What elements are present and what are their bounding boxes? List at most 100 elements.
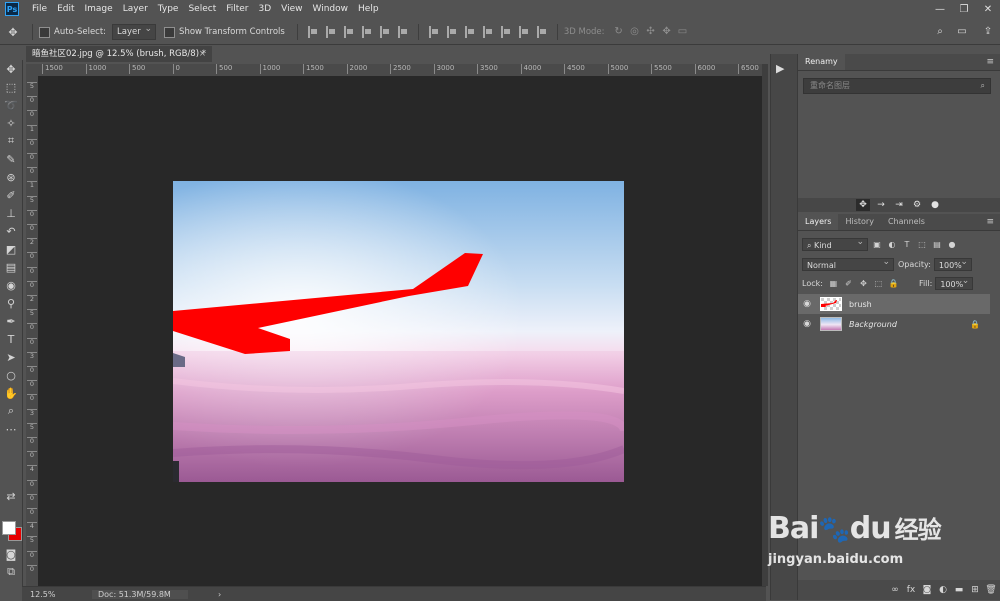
- stamp-tool-icon[interactable]: ⊥: [0, 204, 22, 222]
- zoom-tool-icon[interactable]: ⌕: [0, 402, 22, 420]
- screen-mode-icon[interactable]: ⧉: [0, 563, 22, 581]
- filter-pixel-icon[interactable]: ▣: [871, 239, 883, 250]
- menu-image[interactable]: Image: [80, 0, 118, 18]
- 3d-roll-icon[interactable]: ◎: [629, 26, 641, 38]
- search-icon[interactable]: ⌕: [934, 26, 946, 38]
- distribute-right-icon[interactable]: [518, 26, 529, 38]
- layer-name-brush[interactable]: brush: [849, 300, 872, 309]
- tab-channels[interactable]: Channels: [881, 214, 932, 230]
- layer-filter-kind-dropdown[interactable]: ⌕ Kind: [802, 236, 868, 251]
- tab-renamy[interactable]: Renamy: [798, 54, 845, 70]
- restore-button[interactable]: ❐: [952, 0, 976, 18]
- show-transform-checkbox[interactable]: [164, 26, 176, 38]
- filter-type-icon[interactable]: T: [901, 239, 913, 250]
- new-layer-icon[interactable]: ⊞: [968, 585, 982, 595]
- new-group-icon[interactable]: ▬: [952, 585, 966, 595]
- canvas-area[interactable]: [38, 76, 762, 586]
- add-mask-icon[interactable]: ◙: [920, 585, 934, 595]
- align-top-icon[interactable]: [307, 26, 318, 38]
- distribute-bottom-icon[interactable]: [464, 26, 475, 38]
- fill-field[interactable]: 100%: [935, 275, 974, 290]
- layer-row-brush[interactable]: ◉ brush: [798, 294, 990, 314]
- move-tool-preset-icon[interactable]: ✥: [0, 23, 26, 41]
- menu-window[interactable]: Window: [308, 0, 354, 18]
- ellipse-tool-icon[interactable]: ○: [0, 366, 22, 384]
- distribute-left-icon[interactable]: [482, 26, 493, 38]
- menu-type[interactable]: Type: [153, 0, 184, 18]
- distribute-hcenter-icon[interactable]: [500, 26, 511, 38]
- menu-edit[interactable]: Edit: [52, 0, 79, 18]
- renamy-tool-3-icon[interactable]: ⇥: [892, 199, 906, 211]
- document-tab[interactable]: 暗鱼社区02.jpg @ 12.5% (brush, RGB/8) * ×: [26, 46, 212, 62]
- menu-layer[interactable]: Layer: [118, 0, 153, 18]
- gradient-tool-icon[interactable]: ▤: [0, 258, 22, 276]
- hand-tool-icon[interactable]: ✋: [0, 384, 22, 402]
- healing-brush-tool-icon[interactable]: ⊛: [0, 168, 22, 186]
- visibility-eye-icon[interactable]: ◉: [798, 299, 816, 309]
- menu-view[interactable]: View: [276, 0, 307, 18]
- tab-history[interactable]: History: [838, 214, 880, 230]
- swap-colors-icon[interactable]: ⇄: [0, 487, 22, 505]
- status-menu-arrow[interactable]: ›: [218, 590, 221, 599]
- layer-style-fx-icon[interactable]: fx: [904, 585, 918, 595]
- history-brush-tool-icon[interactable]: ↶: [0, 222, 22, 240]
- minimize-button[interactable]: —: [928, 0, 952, 18]
- path-selection-tool-icon[interactable]: ➤: [0, 348, 22, 366]
- renamy-tool-1-icon[interactable]: ✥: [856, 199, 870, 211]
- brush-tool-icon[interactable]: ✐: [0, 186, 22, 204]
- distribute-vcenter-icon[interactable]: [446, 26, 457, 38]
- menu-help[interactable]: Help: [353, 0, 384, 18]
- lock-image-icon[interactable]: ✐: [843, 278, 854, 289]
- search-icon[interactable]: ⌕: [981, 79, 985, 93]
- filter-smart-object-icon[interactable]: ▤: [931, 239, 943, 250]
- marquee-tool-icon[interactable]: ⬚: [0, 78, 22, 96]
- type-tool-icon[interactable]: T: [0, 330, 22, 348]
- lock-position-icon[interactable]: ✥: [858, 278, 869, 289]
- workspace-icon[interactable]: ▭: [950, 26, 974, 38]
- move-tool-icon[interactable]: ✥: [0, 60, 22, 78]
- filter-adjustment-icon[interactable]: ◐: [886, 239, 898, 250]
- actions-play-icon[interactable]: ▶: [776, 62, 784, 75]
- filter-shape-icon[interactable]: ⬚: [916, 239, 928, 250]
- menu-select[interactable]: Select: [183, 0, 221, 18]
- renamy-search-input[interactable]: 重命名图层 ⌕: [803, 78, 991, 94]
- tab-layers[interactable]: Layers: [798, 214, 839, 230]
- gear-icon[interactable]: ⚙: [910, 199, 924, 211]
- panel-menu-icon[interactable]: ≡: [986, 217, 994, 227]
- layer-row-background[interactable]: ◉ Background 🔒: [798, 314, 990, 334]
- menu-filter[interactable]: Filter: [221, 0, 253, 18]
- blend-mode-dropdown[interactable]: Normal: [802, 256, 894, 271]
- auto-select-target-dropdown[interactable]: Layer: [112, 22, 157, 40]
- eyedropper-tool-icon[interactable]: ✎: [0, 150, 22, 168]
- 3d-slide-icon[interactable]: ✥: [661, 26, 673, 38]
- opacity-field[interactable]: 100%: [933, 256, 972, 271]
- menu-3d[interactable]: 3D: [254, 0, 277, 18]
- visibility-eye-icon[interactable]: ◉: [798, 319, 816, 329]
- close-button[interactable]: ✕: [976, 0, 1000, 18]
- dodge-tool-icon[interactable]: ⚲: [0, 294, 22, 312]
- align-vcenter-icon[interactable]: [325, 26, 336, 38]
- 3d-rotate-icon[interactable]: ↻: [613, 26, 625, 38]
- filter-toggle-icon[interactable]: ●: [946, 239, 958, 250]
- align-left-icon[interactable]: [361, 26, 372, 38]
- align-right-icon[interactable]: [397, 26, 408, 38]
- document-image[interactable]: [173, 181, 624, 482]
- lock-artboard-icon[interactable]: ⬚: [873, 278, 884, 289]
- 3d-scale-icon[interactable]: ▭: [677, 26, 689, 38]
- share-icon[interactable]: ⇪: [978, 26, 998, 38]
- trash-icon[interactable]: 🗑: [984, 585, 998, 595]
- lock-all-icon[interactable]: 🔒: [888, 278, 899, 289]
- blur-tool-icon[interactable]: ◉: [0, 276, 22, 294]
- pen-tool-icon[interactable]: ✒: [0, 312, 22, 330]
- auto-align-icon[interactable]: [536, 26, 547, 38]
- distribute-top-icon[interactable]: [428, 26, 439, 38]
- zoom-level[interactable]: 12.5%: [22, 590, 64, 599]
- auto-select-checkbox[interactable]: [39, 26, 50, 38]
- 3d-pan-icon[interactable]: ✣: [645, 26, 657, 38]
- foreground-color-swatch[interactable]: [2, 521, 16, 535]
- lock-transparency-icon[interactable]: ▦: [828, 278, 839, 289]
- quick-mask-icon[interactable]: ◙: [0, 545, 22, 563]
- lasso-tool-icon[interactable]: ➰: [0, 96, 22, 114]
- menu-file[interactable]: File: [27, 0, 52, 18]
- align-hcenter-icon[interactable]: [379, 26, 390, 38]
